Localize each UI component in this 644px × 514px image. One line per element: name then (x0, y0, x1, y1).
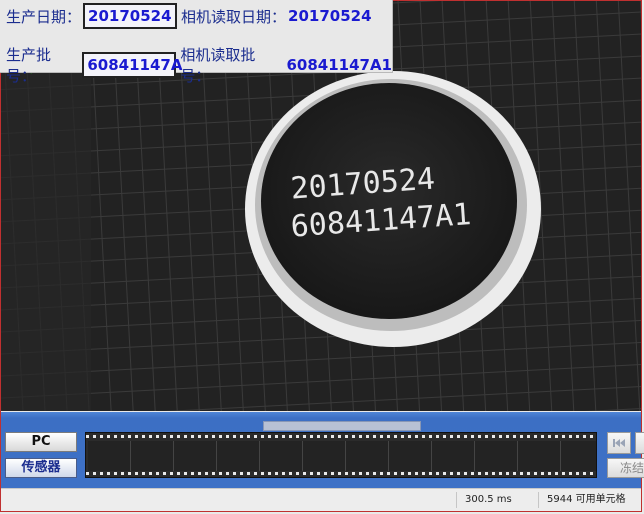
available-cells: 5944 可用单元格 (538, 492, 641, 508)
film-frame[interactable] (260, 441, 303, 471)
film-frame[interactable] (432, 441, 475, 471)
film-perforation-top (86, 435, 596, 438)
camera-read-date-label: 相机读取日期： (181, 7, 287, 26)
film-perforation-bottom (86, 472, 596, 475)
film-frame[interactable] (389, 441, 432, 471)
date-row: 生产日期： 20170524 相机读取日期： 20170524 (6, 3, 372, 29)
first-frame-button[interactable] (607, 432, 631, 454)
pc-button[interactable]: PC (5, 432, 77, 452)
skip-first-icon (613, 439, 625, 447)
film-frame[interactable] (88, 441, 131, 471)
film-frame[interactable] (518, 441, 561, 471)
camera-read-batch-value: 60841147A1 (286, 56, 392, 74)
film-frame[interactable] (131, 441, 174, 471)
film-frame[interactable] (475, 441, 518, 471)
camera-read-batch-label: 相机读取批号： (180, 46, 256, 85)
status-bar: 300.5 ms 5944 可用单元格 (1, 488, 641, 511)
production-date-label: 生产日期： (6, 7, 82, 26)
filmstrip[interactable] (85, 432, 597, 478)
film-frame[interactable] (303, 441, 346, 471)
code-info-panel: 生产日期： 20170524 相机读取日期： 20170524 生产批号： 60… (0, 0, 393, 85)
production-batch-field[interactable]: 60841147A (82, 52, 182, 78)
film-frame[interactable] (174, 441, 217, 471)
sensor-button[interactable]: 传感器 (5, 458, 77, 478)
next-frame-button[interactable] (635, 432, 644, 454)
processing-time: 300.5 ms (456, 492, 536, 508)
film-frame[interactable] (217, 441, 260, 471)
film-frame[interactable] (346, 441, 389, 471)
filmstrip-scrollbar[interactable] (263, 421, 421, 431)
production-batch-label: 生产批号： (6, 46, 52, 85)
filmstrip-toolbar: PC 传感器 冻结 (1, 412, 644, 488)
freeze-button[interactable]: 冻结 (607, 458, 644, 478)
batch-row: 生产批号： 60841147A 相机读取批号： 60841147A1 (6, 44, 392, 86)
film-frame[interactable] (561, 441, 596, 471)
camera-read-date-value: 20170524 (288, 7, 372, 25)
scrollbar-thumb[interactable] (264, 422, 420, 430)
production-date-field[interactable]: 20170524 (83, 3, 178, 29)
